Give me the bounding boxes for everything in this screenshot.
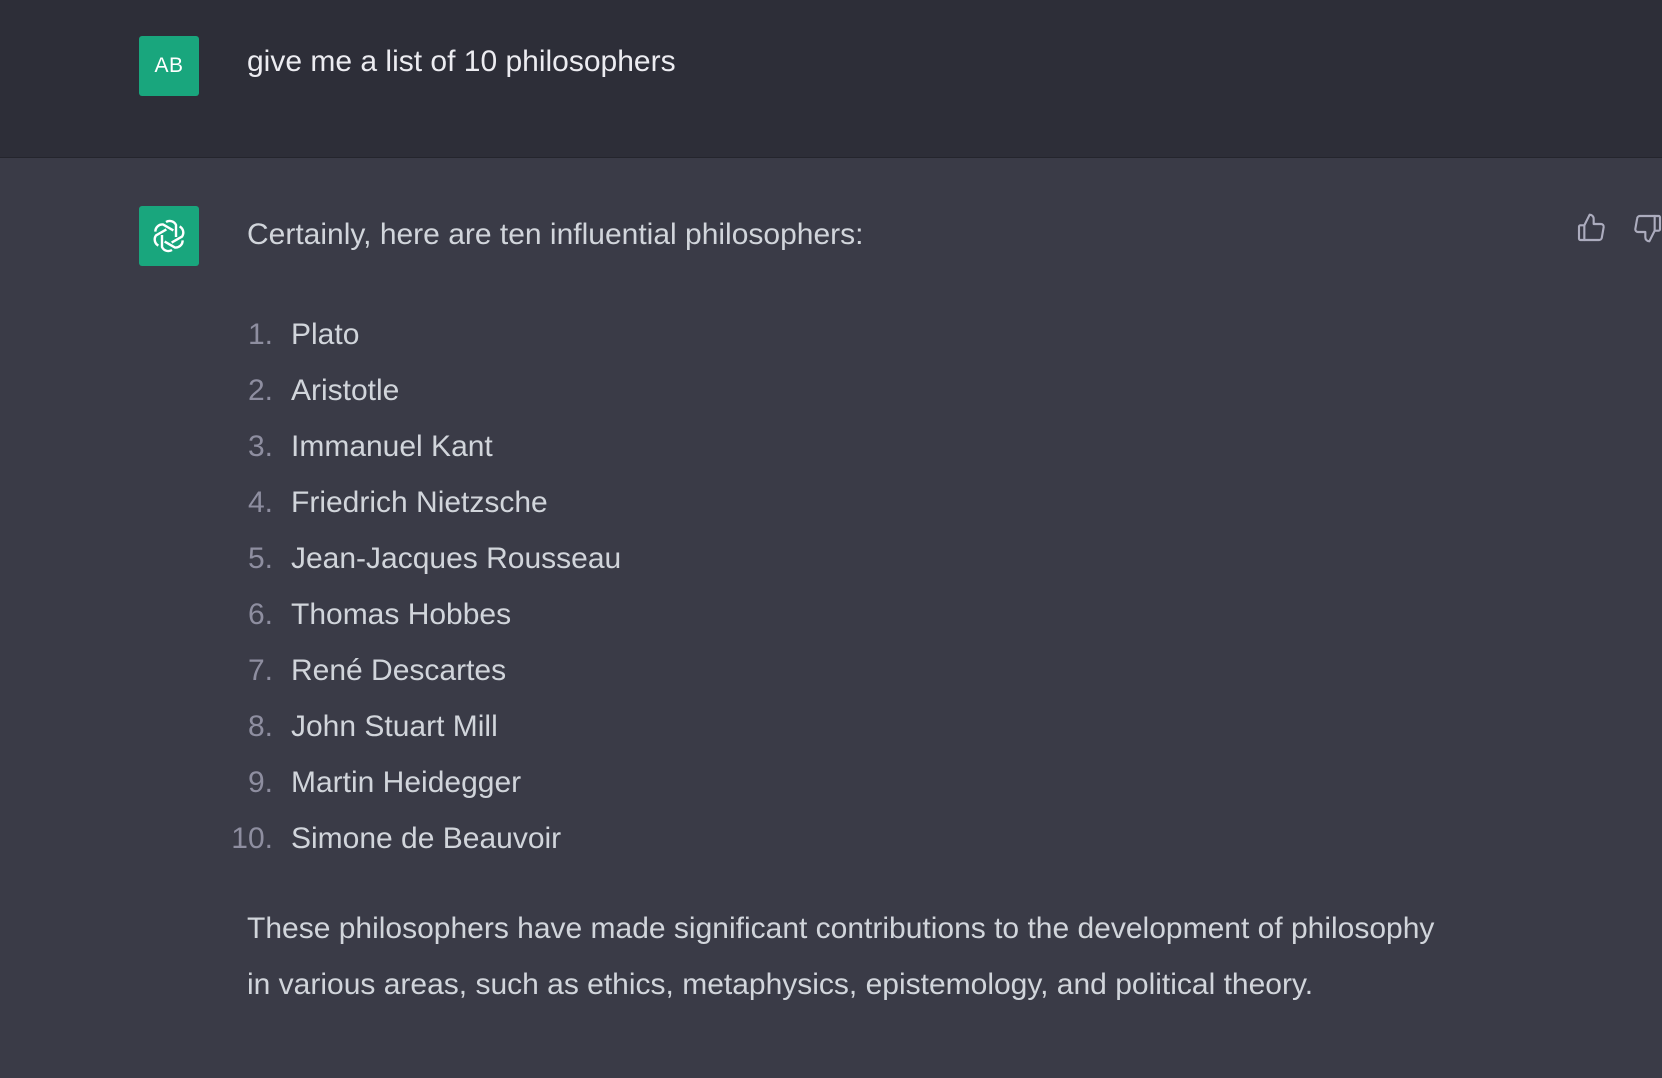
- list-item: 5. Jean-Jacques Rousseau: [200, 531, 1100, 587]
- assistant-conclusion-text: These philosophers have made significant…: [247, 901, 1547, 1013]
- list-item-number: 10.: [231, 822, 273, 855]
- assistant-intro-text: Certainly, here are ten influential phil…: [247, 218, 864, 251]
- list-item-number: 6.: [247, 598, 273, 631]
- list-item-number: 5.: [247, 542, 273, 575]
- list-item-name: Immanuel Kant: [291, 430, 493, 463]
- list-item-number: 7.: [247, 654, 273, 687]
- assistant-avatar: [139, 206, 199, 266]
- list-item-number: 3.: [247, 430, 273, 463]
- list-item-number: 9.: [247, 766, 273, 799]
- list-item-name: Martin Heidegger: [291, 766, 522, 799]
- user-message-text: give me a list of 10 philosophers: [247, 45, 676, 78]
- thumbs-up-icon: [1577, 213, 1605, 242]
- thumbs-up-button[interactable]: [1573, 210, 1609, 246]
- list-item: 2. Aristotle: [200, 363, 1100, 419]
- list-item: 4. Friedrich Nietzsche: [200, 475, 1100, 531]
- list-item-number: 1.: [247, 318, 273, 351]
- list-item-number: 4.: [247, 486, 273, 519]
- thumbs-down-button[interactable]: [1630, 210, 1662, 246]
- assistant-message-row: Certainly, here are ten influential phil…: [0, 158, 1662, 1078]
- list-item-name: Aristotle: [291, 374, 400, 407]
- philosophers-list: 1. Plato 2. Aristotle 3. Immanuel Kant 4. Fr…: [200, 307, 1100, 867]
- list-item-name: Friedrich Nietzsche: [291, 486, 548, 519]
- list-item-name: John Stuart Mill: [291, 710, 498, 743]
- list-item: 3. Immanuel Kant: [200, 419, 1100, 475]
- list-item-number: 2.: [247, 374, 273, 407]
- list-item: 10. Simone de Beauvoir: [200, 811, 1100, 867]
- list-item: 9. Martin Heidegger: [200, 755, 1100, 811]
- user-avatar: AB: [139, 36, 199, 96]
- list-item-number: 8.: [247, 710, 273, 743]
- user-message-row: AB give me a list of 10 philosophers: [0, 0, 1662, 158]
- conclusion-line-1: These philosophers have made significant…: [247, 912, 1435, 945]
- list-item: 1. Plato: [200, 307, 1100, 363]
- conclusion-line-2: in various areas, such as ethics, metaph…: [247, 968, 1314, 1001]
- thumbs-down-icon: [1634, 214, 1662, 243]
- list-item-name: Jean-Jacques Rousseau: [291, 542, 622, 575]
- list-item-name: René Descartes: [291, 654, 507, 687]
- list-item: 8. John Stuart Mill: [200, 699, 1100, 755]
- list-item: 7. René Descartes: [200, 643, 1100, 699]
- list-item-name: Simone de Beauvoir: [291, 822, 562, 855]
- list-item: 6. Thomas Hobbes: [200, 587, 1100, 643]
- user-avatar-initials: AB: [154, 54, 184, 77]
- list-item-name: Plato: [291, 318, 360, 351]
- list-item-name: Thomas Hobbes: [291, 598, 512, 631]
- openai-logo-icon: [153, 219, 185, 253]
